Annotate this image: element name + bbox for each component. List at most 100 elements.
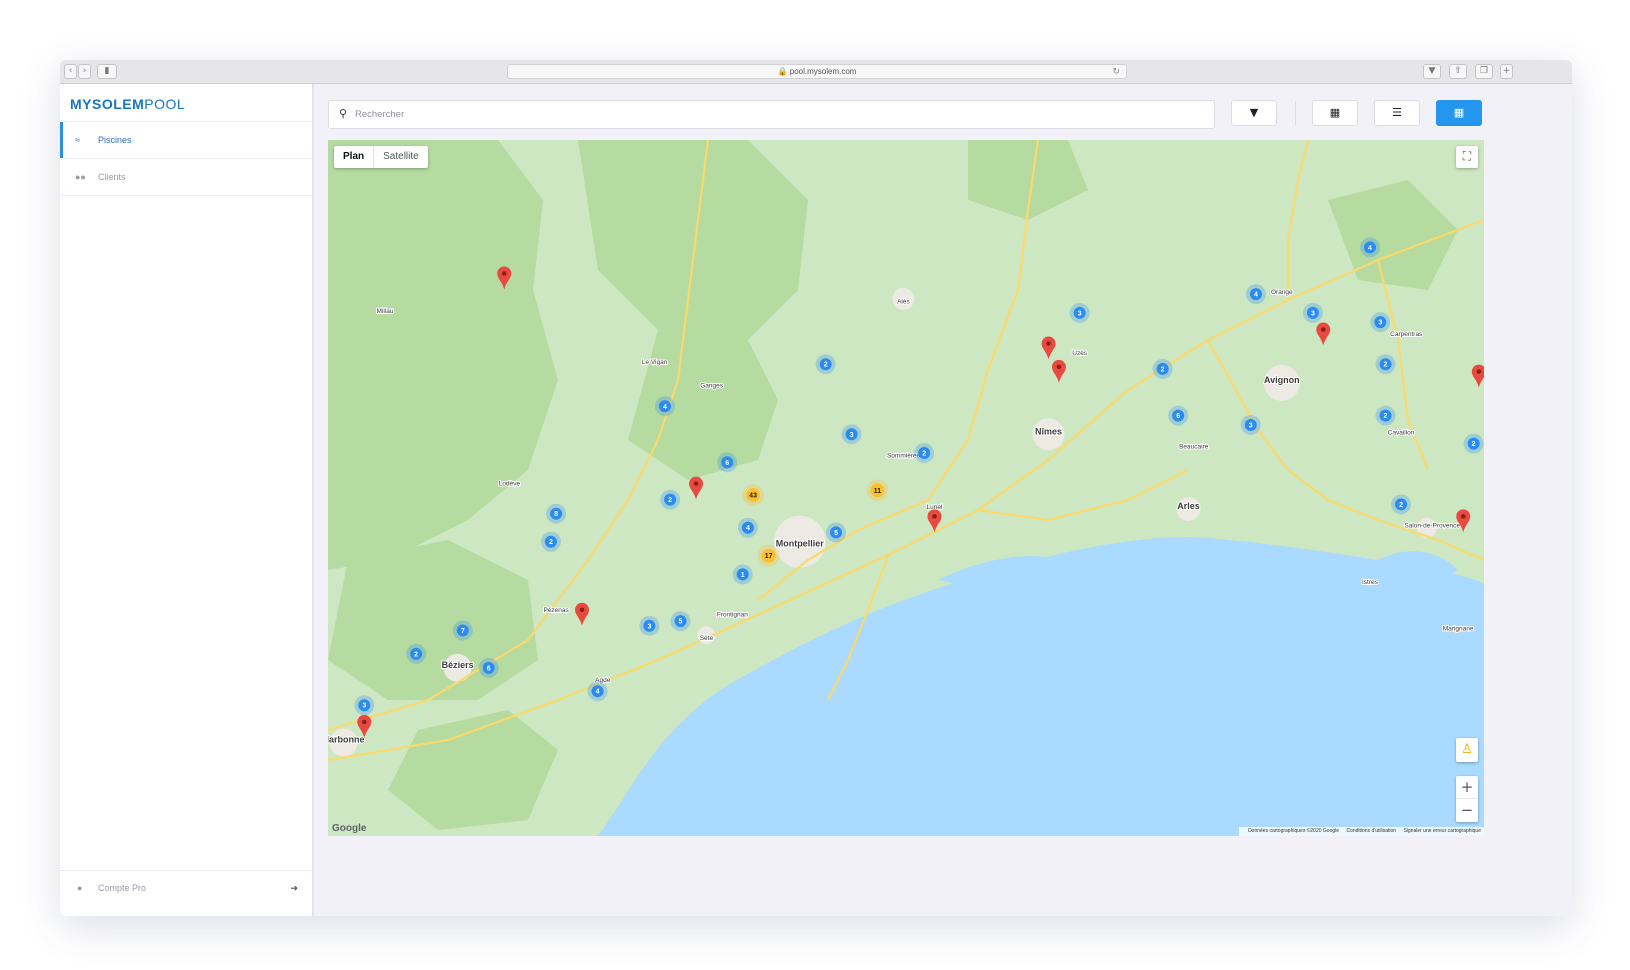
- new-tab-icon[interactable]: +: [1500, 64, 1513, 79]
- cluster-count: 11: [874, 488, 882, 495]
- main-content: ⚲ ▼ ▦ ☰ ▦ Montpellier Nîmes Avignon Arles Bé…: [314, 84, 1572, 916]
- cluster-count: 17: [765, 553, 773, 560]
- pin-dot: [501, 271, 507, 276]
- zoom-out-button[interactable]: −: [1456, 799, 1478, 822]
- reload-icon[interactable]: ↻: [1112, 65, 1120, 78]
- fullscreen-icon: ⛶: [1462, 149, 1472, 163]
- lock-icon: 🔒: [777, 67, 788, 76]
- search-box: ⚲: [328, 100, 1215, 129]
- cluster-count: 43: [749, 493, 757, 500]
- place-label: Montpellier: [776, 538, 824, 548]
- list-view-button[interactable]: ☰: [1374, 100, 1420, 126]
- sidebar-item-label: Clients: [98, 172, 126, 182]
- place-label: Pézenas: [543, 607, 569, 614]
- place-label: Uzès: [1072, 350, 1088, 357]
- place-label: Arles: [1177, 501, 1200, 511]
- sidebar-item-label: Piscines: [98, 135, 132, 145]
- pool-icon: ≈: [75, 135, 80, 145]
- search-icon: ⚲: [339, 108, 348, 120]
- place-label: Orange: [1271, 289, 1293, 296]
- pin-dot: [579, 607, 585, 613]
- map[interactable]: Montpellier Nîmes Avignon Arles Béziers Narbo…: [328, 140, 1484, 836]
- toolbar-divider: [1295, 101, 1296, 125]
- sidebar-item-piscines[interactable]: ≈ Piscines: [60, 122, 312, 159]
- pin-dot: [1056, 364, 1062, 370]
- map-attribution: Données cartographiques ©2020 Google Con…: [1239, 827, 1484, 836]
- back-icon[interactable]: ‹: [64, 64, 77, 79]
- pin-dot: [1321, 327, 1326, 332]
- search-input[interactable]: [355, 104, 1195, 125]
- account-footer[interactable]: ● Compte Pro ➜: [60, 870, 312, 916]
- cluster-count: 4: [663, 404, 667, 411]
- place-label: Frontignan: [717, 611, 748, 618]
- cluster-count: 3: [1249, 422, 1253, 429]
- pin-dot: [932, 514, 937, 519]
- map-canvas[interactable]: Montpellier Nîmes Avignon Arles Béziers Narbo…: [328, 140, 1484, 836]
- cluster-count: 8: [554, 511, 558, 518]
- browser-window: ‹ › ▮ 🔒 pool.mysolem.com ↻ ▼ ⇧ ❐ + MYSOL…: [60, 60, 1572, 916]
- brand-logo[interactable]: MYSOLEMPOOL: [60, 84, 312, 122]
- place-label: Nîmes: [1035, 426, 1062, 436]
- cluster-count: 2: [549, 539, 553, 546]
- sidebar-item-clients[interactable]: ●● Clients: [60, 159, 312, 196]
- pin-dot: [361, 719, 367, 725]
- share-icon[interactable]: ⇧: [1449, 64, 1467, 79]
- pin-dot: [1476, 369, 1482, 374]
- cluster-count: 2: [1472, 441, 1476, 448]
- map-icon: ▦: [1453, 106, 1465, 119]
- google-logo: Google: [332, 823, 367, 834]
- place-label: Lodève: [499, 481, 521, 488]
- place-label: Avignon: [1264, 375, 1300, 385]
- cluster-count: 7: [461, 628, 465, 635]
- place-label: Alès: [897, 298, 910, 305]
- cluster-count: 4: [746, 525, 750, 532]
- map-type-control: Plan Satellite: [334, 146, 428, 168]
- cluster-count: 2: [922, 450, 926, 457]
- logout-icon[interactable]: ➜: [290, 871, 298, 905]
- download-icon[interactable]: ▼: [1423, 64, 1441, 79]
- place-label: Ganges: [700, 383, 724, 390]
- cluster-count: 3: [850, 432, 854, 439]
- account-label: Compte Pro: [98, 883, 147, 893]
- street-view-button[interactable]: ♙: [1456, 738, 1478, 762]
- grid-icon: ▦: [1329, 106, 1341, 119]
- sidebar-toggle-icon[interactable]: ▮: [97, 64, 117, 79]
- cluster-count: 2: [668, 497, 672, 504]
- map-type-satellite[interactable]: Satellite: [374, 146, 428, 168]
- pin-dot: [1046, 341, 1051, 346]
- browser-chrome: ‹ › ▮ 🔒 pool.mysolem.com ↻ ▼ ⇧ ❐ +: [60, 60, 1572, 84]
- place-label: Béziers: [442, 660, 474, 670]
- filter-icon: ▼: [1249, 106, 1259, 119]
- tabs-icon[interactable]: ❐: [1475, 64, 1493, 79]
- list-icon: ☰: [1392, 106, 1402, 119]
- report-error-link[interactable]: Signaler une erreur cartographique: [1403, 828, 1481, 834]
- cluster-count: 6: [487, 665, 491, 672]
- grid-view-button[interactable]: ▦: [1312, 100, 1358, 126]
- brand-name-light: POOL: [144, 96, 186, 112]
- filter-button[interactable]: ▼: [1231, 100, 1277, 126]
- pin-dot: [1460, 514, 1466, 519]
- place-label: Le Vigan: [642, 359, 668, 366]
- place-label: Narbonne: [328, 735, 365, 745]
- fullscreen-button[interactable]: ⛶: [1456, 146, 1478, 168]
- pegman-icon: ♙: [1461, 742, 1473, 757]
- cluster-count: 1: [741, 572, 745, 579]
- users-icon: ●●: [75, 172, 86, 182]
- cluster-count: 2: [414, 651, 418, 658]
- cluster-count: 5: [679, 619, 683, 626]
- cluster-count: 6: [725, 460, 729, 467]
- address-bar[interactable]: 🔒 pool.mysolem.com ↻: [507, 64, 1127, 79]
- cluster-count: 2: [824, 362, 828, 369]
- cluster-count: 4: [1368, 245, 1372, 252]
- map-type-plan[interactable]: Plan: [334, 146, 375, 168]
- pin-dot: [693, 481, 699, 486]
- cluster-count: 4: [1254, 292, 1258, 299]
- terms-link[interactable]: Conditions d'utilisation: [1346, 828, 1396, 834]
- zoom-in-button[interactable]: +: [1456, 776, 1478, 799]
- brand-name-bold: MYSOLEM: [70, 96, 145, 112]
- map-view-button[interactable]: ▦: [1436, 100, 1482, 126]
- url-text: pool.mysolem.com: [789, 67, 857, 76]
- place-label: Marignane: [1443, 625, 1474, 632]
- map-data-credit: Données cartographiques ©2020 Google: [1248, 828, 1340, 834]
- forward-icon[interactable]: ›: [78, 64, 91, 79]
